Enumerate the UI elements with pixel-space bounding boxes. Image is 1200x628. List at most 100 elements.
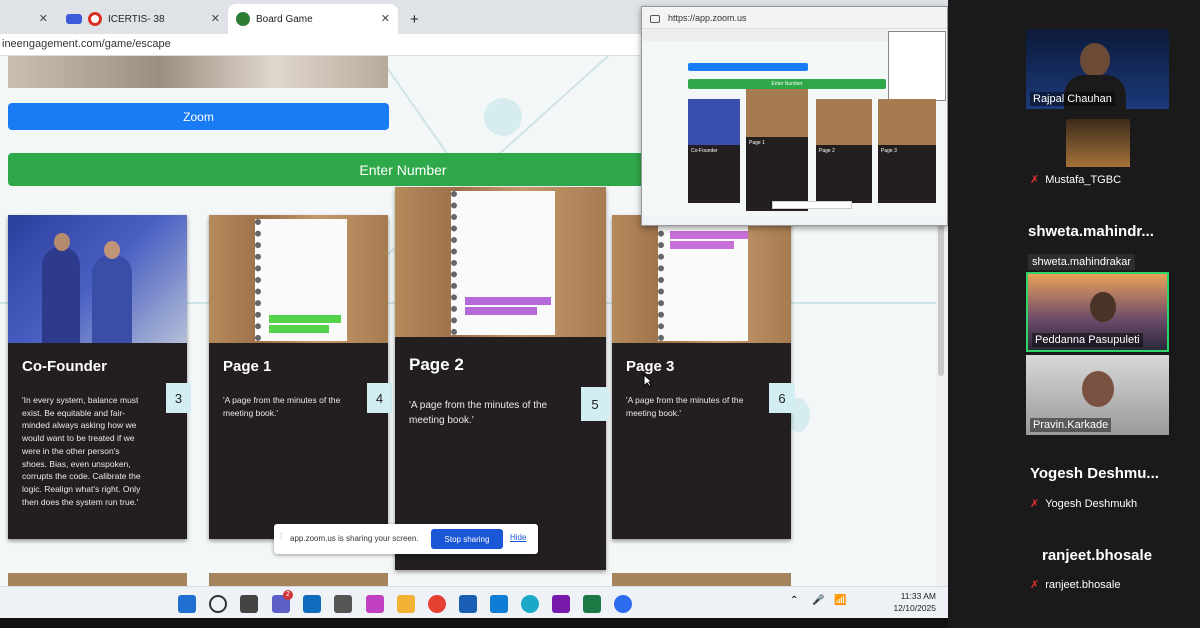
outlook-new-icon[interactable] <box>490 595 508 613</box>
zoom-badge-icon <box>66 14 82 24</box>
participant-name-row: ✗ ranjeet.bhosale <box>1030 578 1121 592</box>
close-tab-icon[interactable]: ✕ <box>39 12 48 25</box>
card-page-2[interactable]: Page 2 'A page from the minutes of the m… <box>395 187 606 570</box>
record-icon <box>88 12 102 26</box>
co-founder-photo <box>8 215 187 343</box>
edge-icon[interactable] <box>521 595 539 613</box>
microphone-icon[interactable]: 🎤 <box>812 595 824 606</box>
windows-taskbar: 2 ⌃ 🎤 📶 11:33 AM 12/10/2025 <box>0 586 948 618</box>
shared-screen: ✕ ICERTIS- 38 ✕ Board Game ✕ + ineengage… <box>0 0 948 628</box>
participant-display-name: Yogesh Deshmu... <box>1030 465 1159 482</box>
participant-display-name: shweta.mahindr... <box>1028 223 1154 240</box>
decorative-dot <box>484 98 522 136</box>
wifi-icon[interactable]: 📶 <box>834 595 846 606</box>
outlook-icon[interactable] <box>303 595 321 613</box>
card-page-1[interactable]: Page 1 'A page from the minutes of the m… <box>209 215 388 539</box>
zoom-icon[interactable] <box>614 595 632 613</box>
notebook-photo <box>209 215 388 343</box>
highlight-mark <box>269 325 329 333</box>
card-title: Page 2 <box>409 355 464 374</box>
mini-nested-window <box>888 31 946 101</box>
new-tab-button[interactable]: + <box>402 4 422 34</box>
system-clock[interactable]: 11:33 AM 12/10/2025 <box>893 590 936 614</box>
card-quote: 'In every system, balance must exist. Be… <box>22 395 141 507</box>
mini-card: Page 2 <box>816 99 872 203</box>
muted-mic-icon: ✗ <box>1030 498 1040 510</box>
chevron-up-icon[interactable]: ⌃ <box>790 595 798 606</box>
snipping-tool-icon[interactable] <box>366 595 384 613</box>
card-page-3[interactable]: Page 3 'A page from the minutes of the m… <box>612 215 791 539</box>
muted-mic-icon: ✗ <box>1030 174 1040 186</box>
windows-start-icon[interactable] <box>178 595 196 613</box>
browser-tab-icertis[interactable]: ICERTIS- 38 ✕ <box>58 4 228 34</box>
participant-display-name: ranjeet.bhosale <box>1042 547 1153 564</box>
mini-card: Page 1 <box>746 89 808 211</box>
mini-card-photo <box>816 99 872 145</box>
card-quote: 'A page from the minutes of the meeting … <box>626 395 744 418</box>
highlight-mark <box>670 231 748 239</box>
browser-tab-board-game[interactable]: Board Game ✕ <box>228 4 398 34</box>
mini-share-bar <box>772 201 852 209</box>
file-explorer-icon[interactable] <box>397 595 415 613</box>
share-message: app.zoom.us is sharing your screen. <box>290 534 419 543</box>
browser-tab-partial[interactable]: ✕ <box>0 4 56 34</box>
card-number-box: 4 <box>367 383 392 413</box>
participant-video-tile[interactable]: Rajpal Chauhan <box>1026 29 1169 109</box>
muted-mic-icon: ✗ <box>1030 579 1040 591</box>
participant-video-tile-active[interactable]: Peddanna Pasupuleti <box>1026 272 1169 352</box>
mini-card: Page 3 <box>878 99 936 203</box>
participant-video-tile[interactable]: Pravin.Karkade <box>1026 355 1169 435</box>
participant-name: Pravin.Karkade <box>1030 418 1112 432</box>
store-icon[interactable] <box>459 595 477 613</box>
close-tab-icon[interactable]: ✕ <box>381 12 390 25</box>
highlight-mark <box>670 241 734 249</box>
notebook-photo <box>395 187 606 337</box>
next-row-card <box>209 573 388 586</box>
mini-card-photo <box>746 89 808 137</box>
mini-enter-button: Enter Number <box>688 79 886 89</box>
mini-window-url: https://app.zoom.us <box>642 7 947 29</box>
screen-share-notification: ⁞ app.zoom.us is sharing your screen. St… <box>274 524 538 554</box>
card-title: Page 1 <box>223 358 272 375</box>
hide-link[interactable]: Hide <box>510 533 526 542</box>
tab-label: ICERTIS- 38 <box>108 13 165 25</box>
card-co-founder[interactable]: Co-Founder 'In every system, balance mus… <box>8 215 187 539</box>
stop-sharing-button[interactable]: Stop sharing <box>431 529 503 549</box>
close-tab-icon[interactable]: ✕ <box>211 12 220 25</box>
board-game-favicon <box>236 12 250 26</box>
participant-name-tag: shweta.mahindrakar <box>1028 254 1136 270</box>
card-quote: 'A page from the minutes of the meeting … <box>223 395 341 418</box>
zoom-preview-window[interactable]: https://app.zoom.us Enter Number Co-Foun… <box>641 6 948 226</box>
card-title: Co-Founder <box>22 358 107 375</box>
next-row-card <box>8 573 187 586</box>
onenote-icon[interactable] <box>552 595 570 613</box>
tab-label: Board Game <box>256 13 313 25</box>
highlight-mark <box>269 315 341 323</box>
participant-face <box>1082 371 1114 407</box>
search-icon[interactable] <box>209 595 227 613</box>
excel-icon[interactable] <box>583 595 601 613</box>
app-icon[interactable] <box>334 595 352 613</box>
mini-address-bar <box>642 29 888 41</box>
lock-icon <box>650 15 660 23</box>
participant-name-row: ✗ Yogesh Deshmukh <box>1030 497 1138 511</box>
mini-card-photo <box>688 99 740 145</box>
person-head <box>54 233 70 251</box>
zoom-button[interactable]: Zoom <box>8 103 389 130</box>
task-view-icon[interactable] <box>240 595 258 613</box>
participant-thumbnail <box>1066 119 1130 167</box>
mouse-cursor-icon <box>643 373 654 388</box>
highlight-mark <box>465 297 551 305</box>
participant-face <box>1080 43 1110 77</box>
drag-handle-icon[interactable]: ⁞ <box>280 532 282 541</box>
participants-panel: Rajpal Chauhan ✗ Mustafa_TGBC shweta.mah… <box>948 0 1200 628</box>
mini-page: Enter Number Co-Founder Page 1 Page 2 Pa… <box>642 29 947 225</box>
participant-name: Rajpal Chauhan <box>1030 92 1115 106</box>
banner-image <box>8 56 388 88</box>
chrome-icon[interactable] <box>428 595 446 613</box>
highlight-mark <box>465 307 537 315</box>
notebook-image <box>255 219 347 341</box>
mini-card-photo <box>878 99 936 145</box>
participant-name: Peddanna Pasupuleti <box>1032 333 1143 347</box>
participant-face <box>1090 292 1116 322</box>
